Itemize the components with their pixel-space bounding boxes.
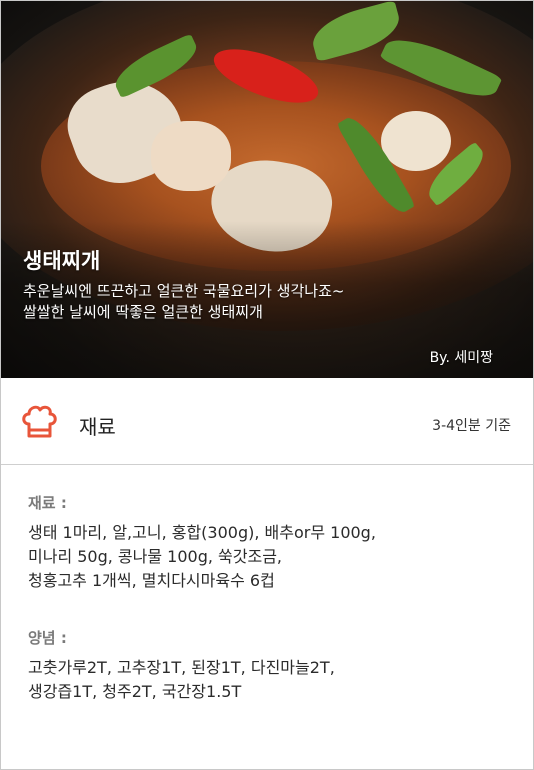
ingredients-label: 재료 — [79, 415, 116, 439]
recipe-title: 생태찌개 — [23, 249, 101, 273]
seasoning-list: 고춧가루2T, 고추장1T, 된장1T, 다진마늘2T, 생강즙1T, 청주2T… — [28, 656, 518, 704]
ingredients-line: 청홍고추 1개씩, 멸치다시마육수 6컵 — [28, 571, 275, 590]
ingredients-line: 생태 1마리, 알,고니, 홍합(300g), 배추or무 100g, — [28, 523, 376, 542]
chef-hat-icon — [22, 405, 57, 438]
ingredients-section-title: 재료 : — [28, 494, 67, 512]
subtitle-line: 쌀쌀한 날씨에 딱좋은 얼큰한 생태찌개 — [23, 303, 263, 321]
recipe-content: 재료 : 생태 1마리, 알,고니, 홍합(300g), 배추or무 100g,… — [1, 465, 533, 769]
recipe-subtitle: 추운날씨엔 뜨끈하고 얼큰한 국물요리가 생각나죠~ 쌀쌀한 날씨에 딱좋은 얼… — [23, 281, 523, 323]
ingredients-line: 미나리 50g, 콩나물 100g, 쑥갓조금, — [28, 547, 283, 566]
recipe-card: 생태찌개 추운날씨엔 뜨끈하고 얼큰한 국물요리가 생각나죠~ 쌀쌀한 날씨에 … — [0, 0, 534, 770]
roe-piece — [151, 121, 231, 191]
serving-size: 3-4인분 기준 — [432, 418, 511, 434]
ingredients-header: 재료 3-4인분 기준 — [1, 378, 533, 465]
hero-image: 생태찌개 추운날씨엔 뜨끈하고 얼큰한 국물요리가 생각나죠~ 쌀쌀한 날씨에 … — [1, 1, 533, 378]
seasoning-section-title: 양념 : — [28, 629, 67, 647]
seasoning-line: 생강즙1T, 청주2T, 국간장1.5T — [28, 682, 242, 701]
seasoning-line: 고춧가루2T, 고추장1T, 된장1T, 다진마늘2T, — [28, 658, 335, 677]
ingredients-list: 생태 1마리, 알,고니, 홍합(300g), 배추or무 100g, 미나리 … — [28, 521, 518, 593]
author-byline: By. 세미짱 — [429, 350, 493, 366]
subtitle-line: 추운날씨엔 뜨끈하고 얼큰한 국물요리가 생각나죠~ — [23, 282, 345, 300]
fish-piece — [381, 111, 451, 171]
